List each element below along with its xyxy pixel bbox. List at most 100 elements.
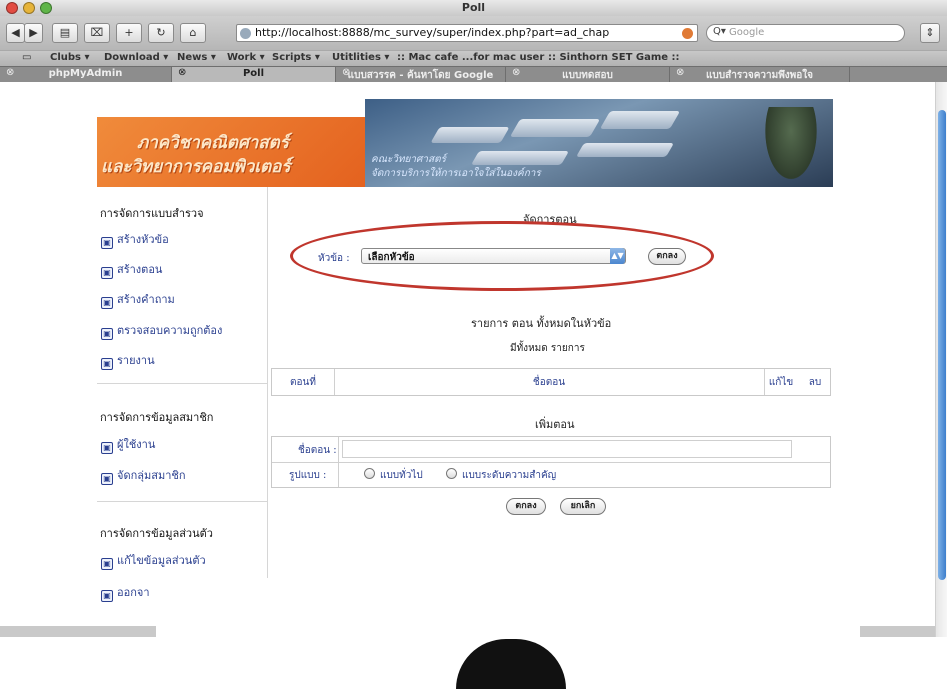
bullet-icon: ▣ bbox=[101, 358, 113, 370]
sidebar-item-member-groups[interactable]: ▣ จัดกลุ่มสมาชิก bbox=[101, 466, 186, 485]
bookmark-download[interactable]: Download ▾ bbox=[104, 52, 168, 63]
sidebar-item-edit-profile[interactable]: ▣ แก้ไขข้อมูลส่วนตัว bbox=[101, 551, 206, 570]
tab-quiz[interactable]: ⊗ แบบทดสอบ bbox=[506, 67, 670, 82]
bookmark-mac-cafe[interactable]: :: Mac cafe ...for mac user bbox=[397, 52, 544, 63]
radio-priority[interactable] bbox=[446, 468, 457, 479]
chapter-total-text: มีทั้งหมด รายการ bbox=[510, 343, 585, 354]
updown-icon: ⇕ bbox=[925, 26, 935, 39]
print-button[interactable]: ▤ bbox=[52, 23, 78, 43]
bookmark-work[interactable]: Work ▾ bbox=[227, 52, 265, 63]
back-icon: ◀ bbox=[11, 26, 20, 39]
bullet-icon: ▣ bbox=[101, 267, 113, 279]
window-title: Poll bbox=[461, 1, 486, 14]
sidebar-item-create-question[interactable]: ▣ สร้างคำถาม bbox=[101, 290, 175, 309]
sidebar-item-validate[interactable]: ▣ ตรวจสอบความถูกต้อง bbox=[101, 321, 222, 340]
banner-subtitle-1: คณะวิทยาศาสตร์ bbox=[371, 154, 446, 165]
col-header-delete: ลบ bbox=[808, 376, 822, 388]
bullet-icon: ▣ bbox=[101, 590, 113, 602]
forward-icon: ▶ bbox=[29, 26, 38, 39]
chapter-name-label: ชื่อตอน : bbox=[298, 445, 337, 456]
radio-priority-label[interactable]: แบบระดับความสำคัญ bbox=[462, 468, 556, 483]
sidebar: การจัดการแบบสำรวจ ▣ สร้างหัวข้อ ▣ สร้างตอน… bbox=[97, 187, 268, 607]
bullet-icon: ▣ bbox=[101, 558, 113, 570]
page-menu-button[interactable]: ⇕ bbox=[920, 23, 940, 43]
window-titlebar: Poll bbox=[0, 0, 947, 16]
sidebar-divider bbox=[97, 501, 268, 502]
search-placeholder: Google bbox=[729, 27, 765, 38]
radio-general[interactable] bbox=[364, 468, 375, 479]
bookmark-utilities[interactable]: Utitlities ▾ bbox=[332, 52, 389, 63]
sidebar-item-logout[interactable]: ▣ ออกจา bbox=[101, 583, 150, 602]
home-icon: ⌂ bbox=[189, 26, 197, 39]
tab-satisfaction-survey[interactable]: ⊗ แบบสำรวจความพึงพอใจ bbox=[670, 67, 850, 82]
banner-image: คณะวิทยาศาสตร์ จัดการบริการให้การเอาใจใส… bbox=[365, 99, 833, 187]
tab-bar: ⊗ phpMyAdmin ⊗ Poll ⊗ แบบสวรรค - ค้นหาโด… bbox=[0, 66, 947, 82]
bullet-icon: ▣ bbox=[101, 237, 113, 249]
address-bar[interactable]: http://localhost:8888/mc_survey/super/in… bbox=[236, 24, 698, 42]
col-header-edit: แก้ไข bbox=[768, 376, 794, 388]
bullet-icon: ▣ bbox=[101, 473, 113, 485]
keyboard-key-shape bbox=[430, 127, 510, 143]
vertical-scrollbar[interactable] bbox=[935, 82, 947, 637]
bookmark-clubs[interactable]: Clubs ▾ bbox=[50, 52, 90, 63]
browser-toolbar: ◀ ▶ ▤ ⌧ + ↻ ⌂ http://localhost:8888/mc_s… bbox=[0, 16, 947, 50]
scrollbar-thumb[interactable] bbox=[938, 110, 946, 580]
bookmark-scripts[interactable]: Scripts ▾ bbox=[272, 52, 320, 63]
sidebar-item-create-chapter[interactable]: ▣ สร้างตอน bbox=[101, 260, 162, 279]
forward-button[interactable]: ▶ bbox=[24, 23, 43, 43]
keyboard-key-shape bbox=[599, 111, 681, 129]
back-button[interactable]: ◀ bbox=[6, 23, 25, 43]
topic-label: หัวข้อ : bbox=[318, 253, 350, 264]
banner-subtitle-2: จัดการบริการให้การเอาใจใส่ในองค์การ bbox=[371, 168, 541, 179]
bullet-icon: ▣ bbox=[101, 328, 113, 340]
chapter-table-header: ตอนที่ ชื่อตอน แก้ไข ลบ bbox=[271, 368, 831, 396]
submit-button[interactable]: ตกลง bbox=[506, 498, 546, 515]
add-chapter-title: เพิ่มตอน bbox=[535, 418, 575, 431]
sidebar-section-personal: การจัดการข้อมูลส่วนตัว bbox=[100, 527, 213, 540]
plus-icon: + bbox=[124, 26, 134, 39]
tab-google-search[interactable]: ⊗ แบบสวรรค - ค้นหาโดย Google bbox=[336, 67, 506, 82]
reload-button[interactable]: ↻ bbox=[148, 23, 174, 43]
stop-reload-icon[interactable] bbox=[682, 28, 693, 39]
image-icon: ⌧ bbox=[90, 26, 104, 39]
search-field[interactable]: Q▾ Google bbox=[706, 24, 905, 42]
tab-phpmyadmin[interactable]: ⊗ phpMyAdmin bbox=[0, 67, 172, 82]
sidebar-section-survey: การจัดการแบบสำรวจ bbox=[100, 207, 204, 220]
bookmark-sinthorn[interactable]: :: Sinthorn SET Game :: bbox=[548, 52, 680, 63]
row-separator bbox=[272, 462, 830, 463]
overlay-dark-shape bbox=[456, 639, 566, 689]
topic-select[interactable]: เลือกหัวข้อ ▲▼ bbox=[361, 248, 626, 264]
bullet-icon: ▣ bbox=[101, 297, 113, 309]
col-header-chapter-no: ตอนที่ bbox=[290, 376, 316, 388]
banner-line-2: และวิทยาการคอมพิวเตอร์ bbox=[101, 157, 291, 177]
chapter-name-input[interactable] bbox=[342, 440, 792, 458]
keyboard-key-shape bbox=[509, 119, 601, 137]
reload-icon: ↻ bbox=[156, 26, 166, 39]
bookmarks-bar: ▭ Clubs ▾ Download ▾ News ▾ Work ▾ Scrip… bbox=[0, 50, 947, 66]
bookmark-news[interactable]: News ▾ bbox=[177, 52, 216, 63]
radio-general-label[interactable]: แบบทั่วไป bbox=[380, 468, 423, 483]
bookmarks-book-icon[interactable]: ▭ bbox=[22, 52, 31, 63]
topic-select-value: เลือกหัวข้อ bbox=[368, 252, 415, 263]
search-icon: Q▾ bbox=[713, 26, 726, 37]
home-button[interactable]: ⌂ bbox=[180, 23, 206, 43]
cancel-button[interactable]: ยกเลิก bbox=[560, 498, 606, 515]
tab-poll[interactable]: ⊗ Poll bbox=[172, 67, 336, 82]
address-text: http://localhost:8888/mc_survey/super/in… bbox=[255, 26, 610, 39]
sidebar-section-members: การจัดการข้อมูลสมาชิก bbox=[100, 411, 214, 424]
keyboard-key-shape bbox=[575, 143, 675, 157]
sidebar-item-create-topic[interactable]: ▣ สร้างหัวข้อ bbox=[101, 230, 169, 249]
bullet-icon: ▣ bbox=[101, 442, 113, 454]
format-label: รูปแบบ : bbox=[289, 470, 327, 481]
sidebar-item-report[interactable]: ▣ รายงาน bbox=[101, 351, 155, 370]
sidebar-item-users[interactable]: ▣ ผู้ใช้งาน bbox=[101, 435, 155, 454]
sidebar-divider bbox=[97, 383, 268, 384]
topic-ok-button[interactable]: ตกลง bbox=[648, 248, 686, 265]
screenshot-button[interactable]: ⌧ bbox=[84, 23, 110, 43]
banner-line-1: ภาควิชาคณิตศาสตร์ bbox=[137, 133, 289, 153]
statue-image bbox=[761, 107, 821, 187]
banner-department: ภาควิชาคณิตศาสตร์ และวิทยาการคอมพิวเตอร์ bbox=[97, 117, 365, 187]
select-arrows-icon: ▲▼ bbox=[610, 248, 625, 264]
favicon-icon bbox=[240, 28, 251, 39]
add-bookmark-button[interactable]: + bbox=[116, 23, 142, 43]
